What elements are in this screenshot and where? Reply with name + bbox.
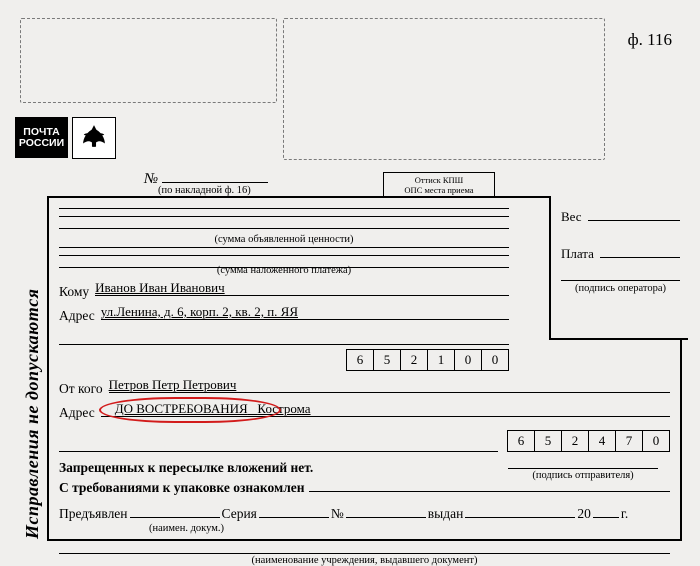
recipient-index-row: 6 5 2 1 0 0: [59, 345, 509, 371]
doc-number-line[interactable]: [162, 168, 268, 183]
from-label: От кого: [59, 381, 103, 397]
doc-number-caption: (по накладной ф. 16): [158, 185, 251, 196]
recipient-index-3: 2: [400, 349, 428, 371]
declared-value-block: (сумма объявленной ценности): [59, 208, 509, 245]
year-prefix: 20: [577, 506, 591, 522]
year-suffix: г.: [621, 506, 628, 522]
left-column: (сумма объявленной ценности) (сумма нало…: [59, 208, 509, 371]
sender-index[interactable]: 6 5 2 4 7 0: [508, 430, 670, 452]
stamp-line1: Оттиск КПШ: [415, 175, 464, 185]
recipient-address-row: Адрес ул.Ленина, д. 6, корп. 2, кв. 2, п…: [59, 304, 509, 324]
issuer-line[interactable]: [59, 538, 670, 554]
sender-name-value: Петров Петр Петрович: [109, 377, 237, 393]
year-line[interactable]: [593, 502, 619, 518]
cod-value-block: (сумма наложенного платежа): [59, 247, 509, 276]
sender-name-row: От кого Петров Петр Петрович: [59, 377, 670, 397]
sender-index-6: 0: [642, 430, 670, 452]
sender-address-value: ДО ВОСТРЕБОВАНИЯ Кострома: [115, 401, 311, 417]
presented-line[interactable]: [130, 502, 220, 518]
recipient-name-value: Иванов Иван Иванович: [95, 280, 225, 296]
presented-label: Предъявлен: [59, 506, 128, 522]
series-line[interactable]: [259, 502, 329, 518]
sender-address-line[interactable]: ДО ВОСТРЕБОВАНИЯ Кострома: [101, 401, 670, 417]
sender-address-label: Адрес: [59, 405, 95, 421]
recipient-name-row: Кому Иванов Иван Иванович: [59, 280, 509, 300]
recipient-address-value: ул.Ленина, д. 6, корп. 2, кв. 2, п. ЯЯ: [101, 304, 298, 320]
form-116-page: ф. 116 ПОЧТА РОССИИ № (по накладной ф. 1…: [0, 0, 700, 566]
declared-value-lines[interactable]: [59, 208, 509, 236]
issued-line[interactable]: [465, 502, 575, 518]
recipient-name-line[interactable]: Иванов Иван Иванович: [95, 280, 509, 296]
sender-index-4: 4: [588, 430, 616, 452]
logo-line2: РОССИИ: [19, 138, 64, 149]
issued-label: выдан: [428, 506, 464, 522]
sender-name-line[interactable]: Петров Петр Петрович: [109, 377, 670, 393]
form-number: ф. 116: [628, 30, 672, 50]
issuer-caption: (наименование учреждения, выдавшего доку…: [59, 555, 670, 566]
sender-block: От кого Петров Петр Петрович Адрес ДО ВО…: [59, 377, 670, 452]
sender-index-2: 5: [534, 430, 562, 452]
logos: ПОЧТА РОССИИ: [15, 117, 116, 159]
recipient-index-1: 6: [346, 349, 374, 371]
cod-value-lines[interactable]: [59, 247, 509, 267]
recipient-index-6: 0: [481, 349, 509, 371]
series-label: Серия: [222, 506, 257, 522]
sender-signature-caption-block: (подпись отправителя): [508, 468, 658, 481]
sender-city: Кострома: [257, 401, 310, 416]
presented-sub: (наимен. докум.): [139, 523, 234, 534]
sender-index-5: 7: [615, 430, 643, 452]
id-doc-subs: (наимен. докум.): [59, 523, 670, 534]
sender-address-line2[interactable]: [59, 436, 498, 452]
main-form-box: Вес Плата (подпись оператора) (сумма объ…: [47, 196, 682, 541]
sender-poste-restante: ДО ВОСТРЕБОВАНИЯ: [115, 401, 248, 416]
form-inner: (сумма объявленной ценности) (сумма нало…: [59, 206, 670, 533]
recipient-address-line[interactable]: ул.Ленина, д. 6, корп. 2, кв. 2, п. ЯЯ: [101, 304, 509, 320]
docno-line[interactable]: [346, 502, 426, 518]
doc-number-label: №: [144, 171, 158, 188]
recipient-index[interactable]: 6 5 2 1 0 0: [347, 349, 509, 371]
sender-index-1: 6: [507, 430, 535, 452]
statement-line2: С требованиями к упаковке ознакомлен: [59, 480, 305, 496]
recipient-address-line2[interactable]: [59, 329, 509, 345]
receipt-stamp-box: Оттиск КПШ ОПС места приема: [383, 172, 495, 197]
post-russia-logo: ПОЧТА РОССИИ: [15, 117, 68, 158]
sender-signature-caption: (подпись отправителя): [508, 468, 658, 481]
id-doc-row: Предъявлен Серия № выдан 20 г.: [59, 502, 670, 522]
stamp-area-right: [283, 18, 605, 160]
recipient-index-2: 5: [373, 349, 401, 371]
eagle-icon: [77, 121, 111, 155]
recipient-index-5: 0: [454, 349, 482, 371]
sender-index-3: 2: [561, 430, 589, 452]
docno-label: №: [331, 506, 344, 522]
stamp-area-left: [20, 18, 277, 103]
sender-address-row: Адрес ДО ВОСТРЕБОВАНИЯ Кострома: [59, 401, 670, 421]
recipient-address-label: Адрес: [59, 308, 95, 324]
stamp-line2: ОПС места приема: [404, 185, 473, 195]
eagle-logo: [72, 117, 116, 159]
to-label: Кому: [59, 284, 89, 300]
sender-addr2-and-index: 6 5 2 4 7 0: [59, 426, 670, 452]
no-corrections-warning: Исправления не допускаются: [22, 288, 43, 539]
recipient-index-4: 1: [427, 349, 455, 371]
